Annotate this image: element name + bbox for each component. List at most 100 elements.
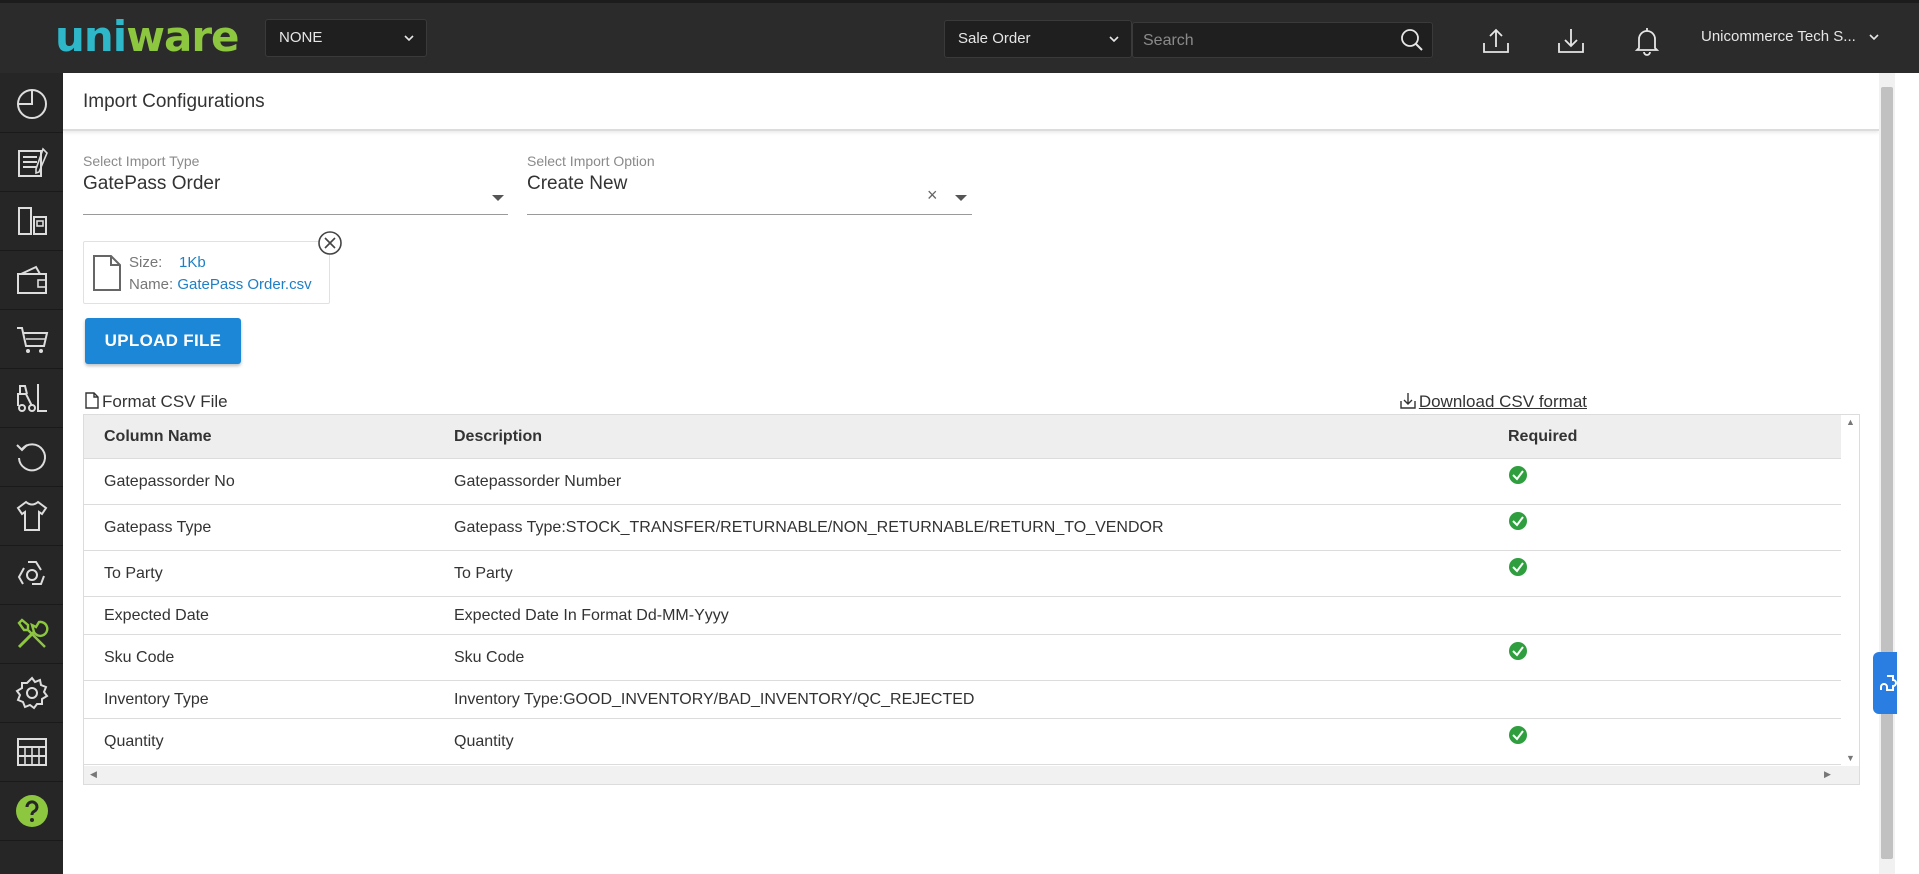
account-menu[interactable]: Unicommerce Tech S... (1701, 28, 1880, 45)
sidebar-item-dashboard[interactable] (0, 73, 63, 133)
logo-text-part1: uni (55, 12, 127, 61)
chevron-down-icon (404, 35, 414, 42)
page-vertical-scrollbar[interactable] (1879, 73, 1895, 874)
table-row: Gatepassorder No Gatepassorder Number (84, 458, 1841, 505)
column-name-cell: Gatepass Type (84, 504, 434, 551)
sidebar-item-returns[interactable] (0, 427, 63, 487)
import-type-select[interactable]: Select Import Type GatePass Order (83, 153, 508, 215)
file-size-value: 1Kb (179, 254, 206, 271)
field-underline (83, 214, 508, 215)
csv-format-table: Column Name Description Required Gatepas… (83, 414, 1860, 785)
table-header-row: Column Name Description Required (84, 415, 1841, 459)
search-type-select[interactable]: Sale Order (944, 20, 1132, 58)
check-circle-icon (1509, 725, 1527, 744)
orders-icon (17, 147, 48, 177)
file-icon (85, 392, 99, 409)
import-type-label: Select Import Type (83, 153, 200, 169)
remove-file-icon[interactable] (317, 230, 343, 256)
clear-icon[interactable]: × (927, 185, 938, 206)
scroll-up-arrow[interactable]: ▲ (1846, 417, 1855, 427)
wallet-icon (16, 265, 47, 294)
sidebar-item-help[interactable] (0, 781, 63, 841)
description-cell: Gatepassorder Number (434, 458, 1488, 505)
caret-down-icon (492, 195, 504, 201)
sidebar-item-settings[interactable] (0, 663, 63, 723)
tools-icon (16, 617, 48, 648)
search-input[interactable] (1141, 27, 1385, 55)
scroll-right-arrow[interactable]: ▶ (1824, 769, 1831, 780)
sidebar-item-orders[interactable] (0, 132, 63, 192)
table-row: Gatepass Type Gatepass Type:STOCK_TRANSF… (84, 504, 1841, 551)
import-option-label: Select Import Option (527, 153, 655, 169)
check-circle-icon (1509, 557, 1527, 576)
download-icon (1400, 393, 1416, 409)
feedback-tab[interactable] (1873, 652, 1897, 714)
check-circle-icon (1509, 465, 1527, 484)
download-icon[interactable] (1555, 25, 1587, 57)
scrollbar-thumb[interactable] (1881, 87, 1893, 859)
facility-select[interactable]: NONE (265, 19, 427, 57)
dashboard-icon (16, 88, 47, 119)
search-box (1132, 22, 1433, 58)
sidebar-item-reports[interactable] (0, 722, 63, 782)
import-option-select[interactable]: Select Import Option Create New × (527, 153, 972, 215)
left-sidebar (0, 73, 63, 874)
required-cell (1488, 596, 1841, 635)
bell-icon[interactable] (1631, 25, 1663, 57)
sidebar-item-shipments[interactable] (0, 191, 63, 251)
facility-select-value: NONE (279, 29, 323, 46)
file-size-row: Size: 1Kb (129, 254, 206, 271)
account-name: Unicommerce Tech S... (1701, 28, 1856, 45)
uniware-logo[interactable]: uniware (55, 12, 240, 61)
shipments-icon (17, 206, 47, 235)
page-title: Import Configurations (83, 91, 265, 112)
description-cell: Inventory Type:GOOD_INVENTORY/BAD_INVENT… (434, 680, 1488, 719)
column-header: Required (1488, 415, 1841, 459)
search-icon[interactable] (1400, 28, 1424, 52)
product-icon (16, 500, 47, 531)
upload-file-button[interactable]: UPLOAD FILE (85, 318, 241, 364)
import-option-value: Create New (527, 173, 628, 194)
column-header: Description (434, 415, 1488, 459)
table-horizontal-scrollbar[interactable]: ◀ ▶ (84, 766, 1859, 784)
column-name-cell: Inventory Type (84, 680, 434, 719)
sidebar-item-cart[interactable] (0, 309, 63, 369)
column-name-cell: Quantity (84, 718, 434, 765)
required-cell (1488, 718, 1841, 765)
uploaded-file-card: Size: 1Kb Name: GatePass Order.csv (83, 241, 330, 304)
help-icon (15, 794, 48, 827)
chevron-down-icon (1869, 34, 1879, 41)
forklift-icon (16, 383, 47, 412)
table-row: Sku Code Sku Code (84, 634, 1841, 681)
sidebar-item-wallet[interactable] (0, 250, 63, 310)
recycle-icon (17, 560, 45, 585)
page-header: Import Configurations (63, 73, 1879, 131)
table-vertical-scrollbar[interactable]: ▲ ▼ (1841, 415, 1859, 767)
download-csv-link[interactable]: Download CSV format (1400, 392, 1587, 412)
description-cell: To Party (434, 550, 1488, 597)
format-table: Column Name Description Required Gatepas… (84, 415, 1841, 765)
reports-icon (16, 737, 47, 766)
required-cell (1488, 550, 1841, 597)
scroll-down-arrow[interactable]: ▼ (1846, 753, 1855, 763)
description-cell: Gatepass Type:STOCK_TRANSFER/RETURNABLE/… (434, 504, 1488, 551)
required-cell (1488, 504, 1841, 551)
sidebar-item-recycle[interactable] (0, 545, 63, 605)
sidebar-item-forklift[interactable] (0, 368, 63, 428)
sidebar-item-tools[interactable] (0, 604, 63, 664)
main-content: Import Configurations Select Import Type… (63, 73, 1879, 874)
column-name-cell: Expected Date (84, 596, 434, 635)
sidebar-item-product[interactable] (0, 486, 63, 546)
returns-icon (15, 442, 46, 471)
import-type-value: GatePass Order (83, 173, 221, 194)
table-row: To Party To Party (84, 550, 1841, 597)
description-cell: Expected Date In Format Dd-MM-Yyyy (434, 596, 1488, 635)
description-cell: Quantity (434, 718, 1488, 765)
scroll-left-arrow[interactable]: ◀ (90, 769, 97, 780)
description-cell: Sku Code (434, 634, 1488, 681)
upload-icon[interactable] (1480, 25, 1512, 57)
column-header: Column Name (84, 415, 434, 459)
check-circle-icon (1509, 641, 1527, 660)
column-name-cell: Gatepassorder No (84, 458, 434, 505)
download-csv-text: Download CSV format (1418, 392, 1587, 411)
